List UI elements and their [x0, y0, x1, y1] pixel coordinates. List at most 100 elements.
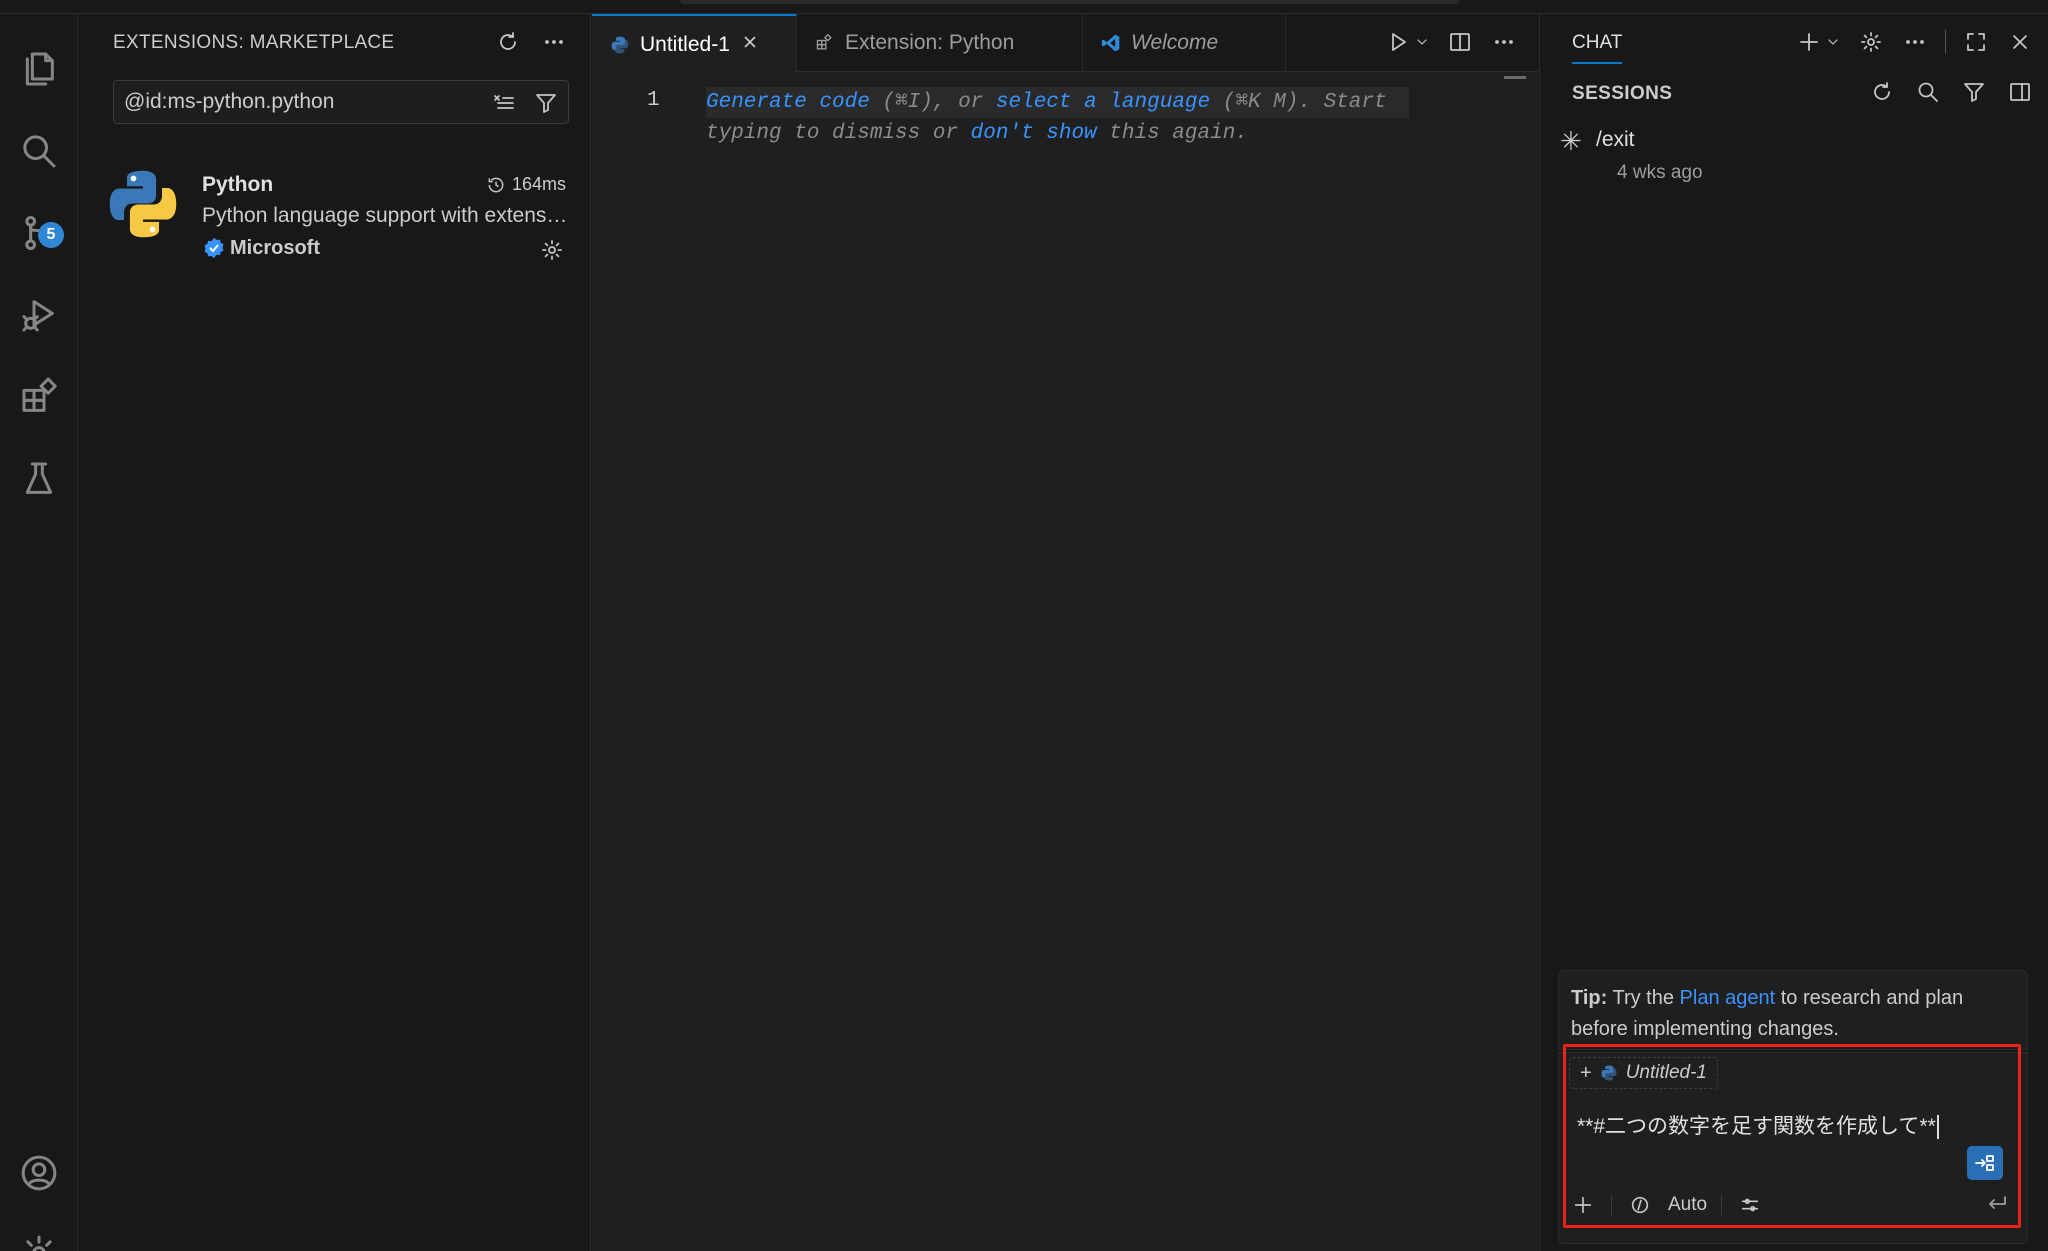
split-editor-icon — [1450, 33, 1470, 51]
activation-time-value: 164ms — [511, 174, 566, 194]
extensions-button[interactable] — [0, 360, 78, 434]
editor-group: Untitled-1 Extension: Python Welcome 1 G… — [592, 14, 1538, 1251]
clear-filter-icon — [494, 95, 514, 109]
plus-icon — [1800, 33, 1818, 51]
tab-label: Welcome — [1131, 31, 1219, 54]
extension-description: Python language support with extension a… — [202, 204, 572, 227]
tip-text: Try the — [1607, 987, 1680, 1009]
refresh-button[interactable] — [494, 28, 522, 56]
ellipsis-icon — [1906, 40, 1924, 44]
new-chat-dropdown[interactable] — [1825, 28, 1841, 56]
run-debug-icon — [22, 300, 54, 332]
close-icon — [744, 35, 756, 48]
explorer-button[interactable] — [0, 32, 78, 106]
maximize-button[interactable] — [1962, 28, 1990, 56]
accounts-button[interactable] — [0, 1136, 78, 1210]
extension-manage-button[interactable] — [538, 236, 566, 264]
editor-more-button[interactable] — [1490, 28, 1518, 56]
search-box-actions — [490, 89, 560, 117]
testing-button[interactable] — [0, 442, 78, 516]
filter-button[interactable] — [532, 89, 560, 117]
session-title: /exit — [1596, 128, 1635, 151]
filter-icon — [1964, 83, 1984, 102]
gear-icon — [26, 1235, 52, 1251]
split-editor-button[interactable] — [1446, 28, 1474, 56]
sessions-title: SESSIONS — [1572, 83, 1673, 104]
refresh-icon — [500, 32, 516, 50]
chat-actions — [1795, 28, 2034, 56]
filter-icon — [536, 94, 556, 113]
files-icon — [25, 52, 54, 86]
beaker-icon — [25, 462, 53, 494]
select-language-link[interactable]: select a language — [996, 91, 1210, 114]
run-dropdown-button[interactable] — [1414, 28, 1430, 56]
run-python-button[interactable] — [1384, 28, 1412, 56]
publisher-name: Microsoft — [230, 236, 320, 259]
title-bar — [0, 0, 2048, 14]
chevron-down-icon — [1828, 39, 1838, 45]
sessions-actions — [1868, 78, 2034, 106]
extensions-icon — [22, 377, 57, 412]
history-icon — [488, 177, 504, 192]
tab-extension-python[interactable]: Extension: Python — [797, 14, 1083, 72]
search-sessions-button[interactable] — [1914, 78, 1942, 106]
verified-badge-icon — [204, 238, 224, 258]
chat-more-button[interactable] — [1901, 28, 1929, 56]
sidebar-actions — [494, 28, 568, 56]
sidebar-title: EXTENSIONS: MARKETPLACE — [113, 32, 395, 53]
source-control-badge: 5 — [38, 222, 64, 248]
vscode-logo-icon — [1101, 34, 1120, 52]
filter-sessions-button[interactable] — [1960, 78, 1988, 106]
search-view-button[interactable] — [0, 114, 78, 188]
tab-welcome[interactable]: Welcome — [1083, 14, 1286, 72]
more-actions-button[interactable] — [540, 28, 568, 56]
tab-untitled-1[interactable]: Untitled-1 — [592, 14, 797, 73]
code-editor[interactable]: 1 Generate code (⌘I), or select a langua… — [592, 73, 1538, 1251]
session-item[interactable]: ✳ /exit 4 wks ago — [1560, 124, 2030, 188]
python-logo-icon — [109, 170, 177, 238]
ellipsis-icon — [545, 40, 563, 44]
command-center[interactable] — [680, 0, 1460, 4]
tip-label: Tip: — [1571, 987, 1608, 1009]
new-chat-button[interactable] — [1795, 28, 1823, 56]
toggle-sidebar-button[interactable] — [2006, 78, 2034, 106]
generate-code-link[interactable]: Generate code — [706, 91, 870, 114]
gear-icon — [1861, 32, 1881, 52]
ellipsis-icon — [1495, 40, 1513, 44]
tab-close-button[interactable] — [740, 32, 760, 58]
activation-time: 164ms — [486, 174, 566, 195]
chevron-down-icon — [1417, 39, 1427, 45]
extension-name: Python — [202, 173, 274, 196]
extension-list-item[interactable]: Python 164ms Python language support wit… — [79, 160, 590, 264]
editor-tabs: Untitled-1 Extension: Python Welcome — [592, 14, 1538, 73]
line-number: 1 — [647, 89, 660, 112]
activity-bar: 5 — [0, 14, 78, 1251]
refresh-sessions-button[interactable] — [1868, 78, 1896, 106]
chat-settings-button[interactable] — [1857, 28, 1885, 56]
chat-tip: Tip: Try the Plan agent to research and … — [1558, 970, 2028, 1050]
search-icon — [1918, 82, 1938, 102]
run-debug-button[interactable] — [0, 278, 78, 352]
editor-actions — [1384, 28, 1518, 56]
hint-line-2: typing to dismiss or don't show this aga… — [706, 118, 1409, 149]
maximize-icon — [1967, 33, 1985, 51]
extensions-search-input[interactable] — [124, 87, 484, 117]
vscode-window: 5 EXTENSIONS: MARKETPLACE @id:ms-python.… — [0, 0, 2048, 1251]
hint-text: this again. — [1096, 122, 1248, 145]
clear-filter-button[interactable] — [490, 89, 518, 117]
extension-publisher: Microsoft — [202, 236, 320, 260]
play-icon — [1392, 33, 1406, 51]
close-panel-button[interactable] — [2006, 28, 2034, 56]
python-file-icon — [611, 36, 629, 53]
manage-button[interactable] — [0, 1216, 78, 1251]
hint-text: typing to dismiss or — [706, 122, 971, 145]
chat-tab[interactable]: CHAT — [1572, 32, 1623, 64]
session-time: 4 wks ago — [1617, 162, 1703, 183]
divider — [1945, 30, 1946, 54]
sparkle-icon: ✳ — [1560, 126, 1582, 156]
extensions-search-box[interactable] — [113, 80, 569, 124]
scrollbar-marker — [1504, 76, 1526, 79]
dont-show-link[interactable]: don't show — [971, 122, 1097, 145]
highlight-box — [1563, 1044, 2021, 1228]
plan-agent-link[interactable]: Plan agent — [1680, 987, 1776, 1009]
